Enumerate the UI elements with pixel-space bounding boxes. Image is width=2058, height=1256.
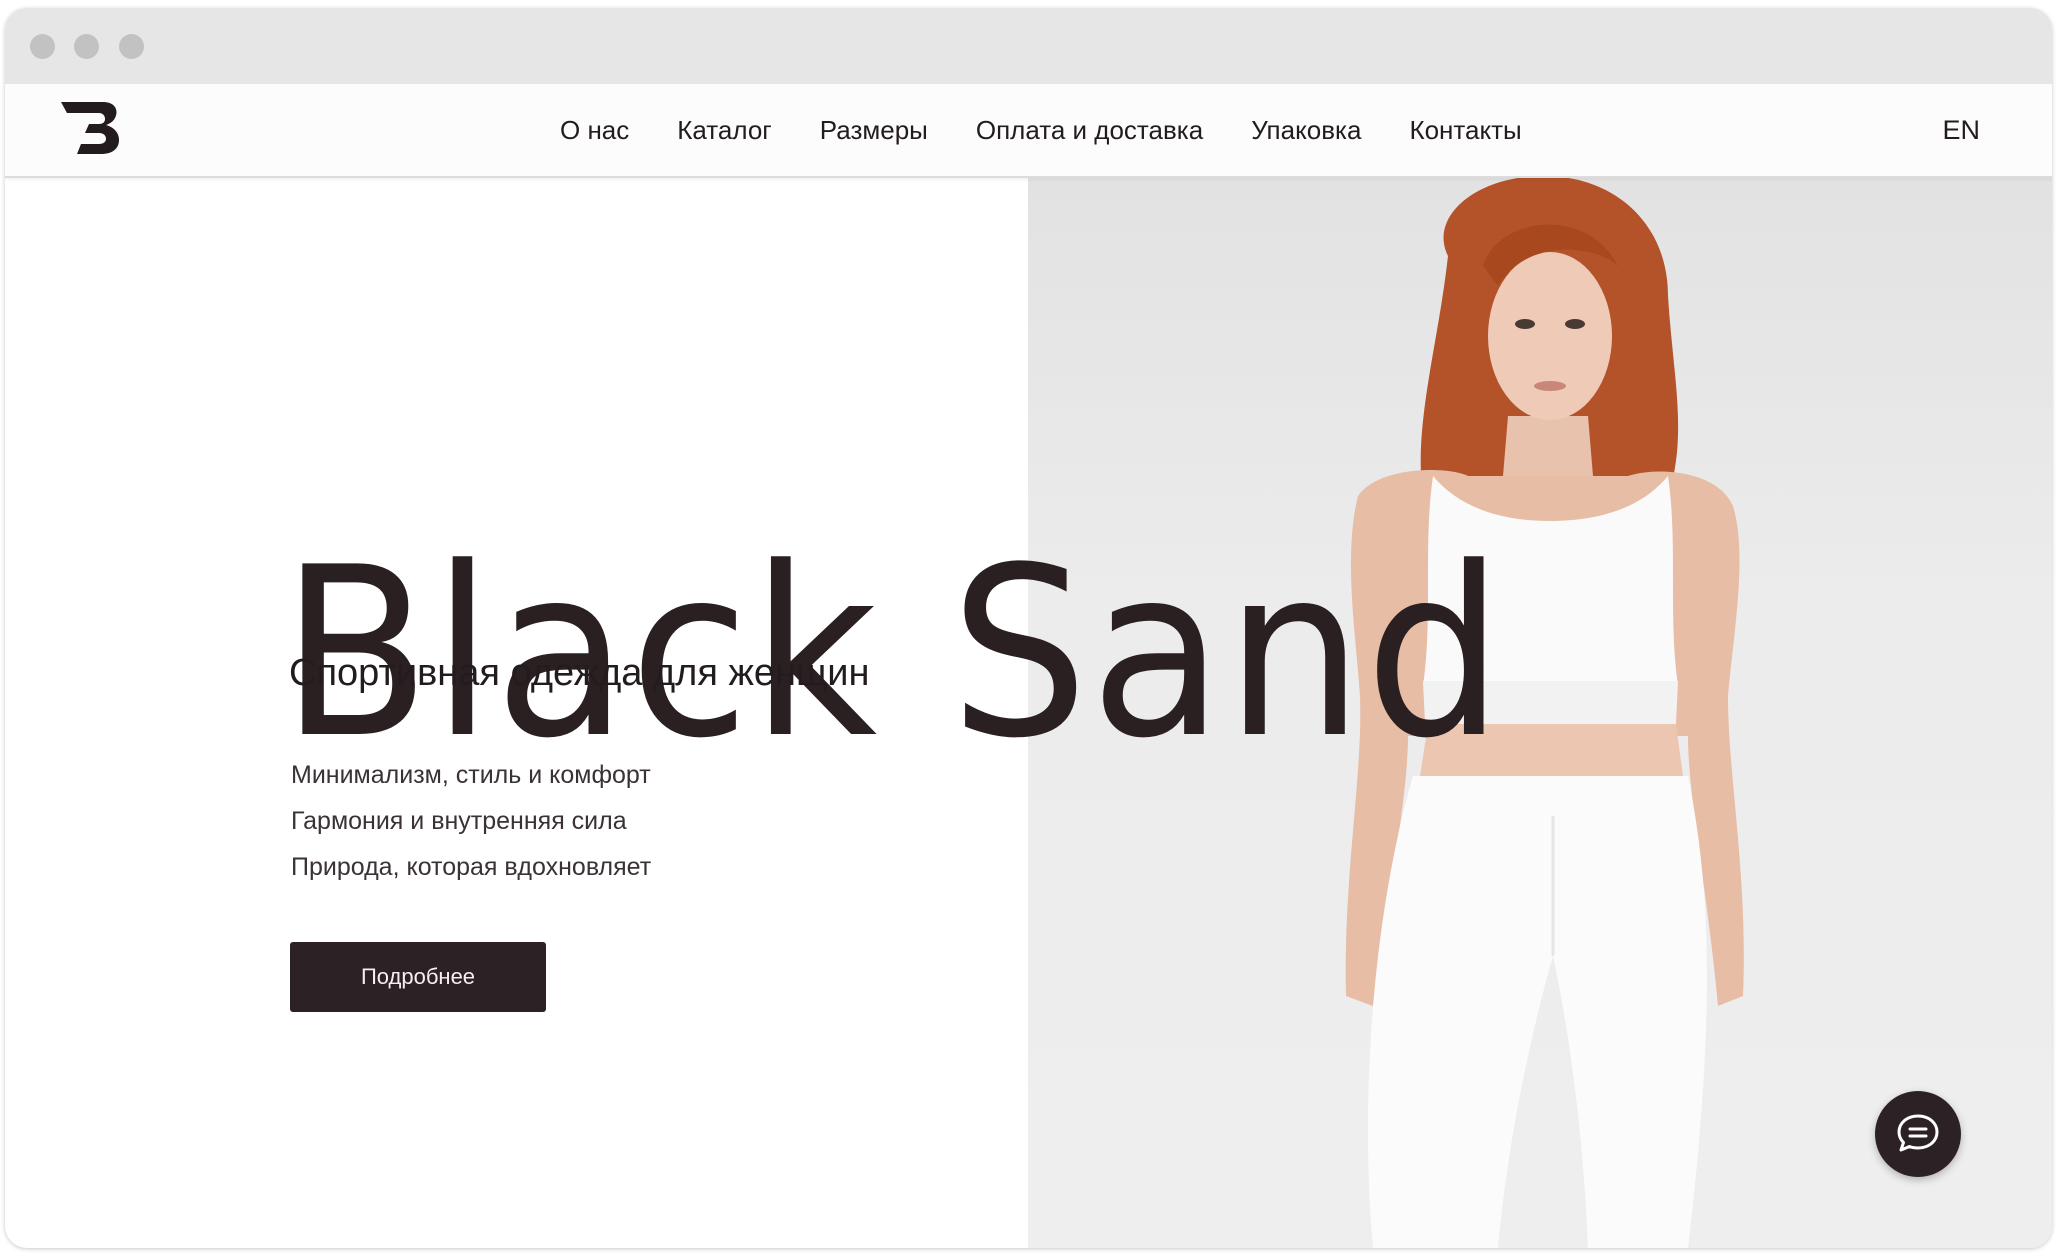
site-header: О нас Каталог Размеры Оплата и доставка … <box>5 84 2052 178</box>
hero-tagline: Природа, которая вдохновляет <box>291 853 652 881</box>
hero-subtitle: Спортивная одежда для женщин <box>289 652 870 694</box>
browser-window: О нас Каталог Размеры Оплата и доставка … <box>5 8 2052 1248</box>
nav-item-about[interactable]: О нас <box>560 115 629 146</box>
language-switch[interactable]: EN <box>1942 84 1980 176</box>
hero-taglines: Минимализм, стиль и комфорт Гармония и в… <box>291 752 651 890</box>
main-nav: О нас Каталог Размеры Оплата и доставка … <box>560 84 1570 176</box>
chat-button[interactable] <box>1875 1091 1961 1177</box>
nav-item-payment-delivery[interactable]: Оплата и доставка <box>976 115 1203 146</box>
window-close-dot[interactable] <box>30 34 55 59</box>
window-minimize-dot[interactable] <box>74 34 99 59</box>
nav-item-packaging[interactable]: Упаковка <box>1251 115 1361 146</box>
more-details-button[interactable]: Подробнее <box>290 942 546 1012</box>
hero-tagline: Гармония и внутренняя сила <box>291 807 627 835</box>
nav-item-catalog[interactable]: Каталог <box>677 115 772 146</box>
window-maximize-dot[interactable] <box>119 34 144 59</box>
browser-title-bar <box>5 8 2052 84</box>
hero-tagline: Минимализм, стиль и комфорт <box>291 761 651 789</box>
nav-item-contacts[interactable]: Контакты <box>1409 115 1521 146</box>
black-sand-b-logo-icon <box>61 102 119 154</box>
logo-link[interactable] <box>59 98 123 154</box>
nav-item-sizes[interactable]: Размеры <box>820 115 928 146</box>
chat-bubble-icon <box>1897 1114 1939 1152</box>
